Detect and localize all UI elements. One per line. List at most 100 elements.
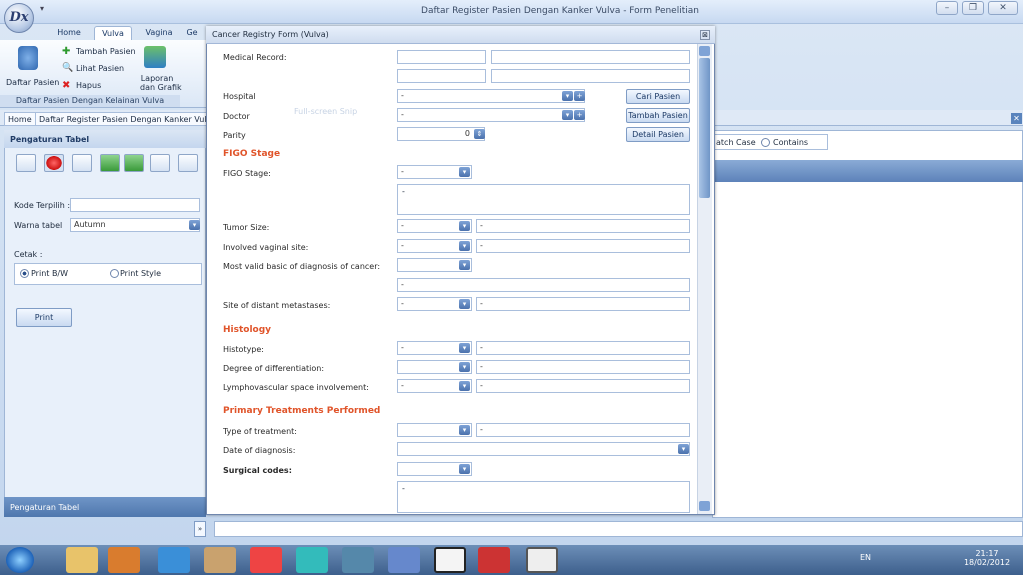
match-case-label[interactable]: atch Case: [716, 138, 756, 147]
minimize-button[interactable]: –: [936, 1, 958, 15]
most-valid-detail[interactable]: -: [397, 278, 690, 292]
kode-input[interactable]: [70, 198, 200, 212]
histotype-dropdown-icon[interactable]: ▾: [459, 343, 470, 353]
window-app-icon[interactable]: [434, 547, 466, 573]
hospital-dropdown-icon[interactable]: ▾: [562, 91, 573, 101]
expand-icon[interactable]: [100, 154, 120, 172]
app-icon[interactable]: [296, 547, 328, 573]
lympho-detail[interactable]: -: [476, 379, 690, 393]
parity-label: Parity: [223, 131, 246, 140]
chart-app-icon[interactable]: [526, 547, 558, 573]
print-button[interactable]: Print: [16, 308, 72, 327]
involved-dropdown-icon[interactable]: ▾: [459, 241, 470, 251]
figo-section-title: FIGO Stage: [223, 149, 281, 159]
grid-header-bar: [712, 160, 1023, 182]
calendar-dropdown-icon[interactable]: ▾: [678, 444, 689, 454]
tab-vagina[interactable]: Vagina: [140, 26, 178, 40]
hospital-value: -: [401, 91, 404, 100]
new-icon[interactable]: [16, 154, 36, 172]
hospital-select[interactable]: -: [397, 89, 585, 103]
window-icon[interactable]: [150, 154, 170, 172]
distant-label: Site of distant metastases:: [223, 301, 331, 310]
degree-detail[interactable]: -: [476, 360, 690, 374]
doc-tab-register[interactable]: Daftar Register Pasien Dengan Kanker Vul…: [35, 112, 221, 126]
surgical-codes-label: Surgical codes:: [223, 466, 292, 475]
start-button[interactable]: [6, 547, 34, 573]
explorer-icon[interactable]: [66, 547, 98, 573]
lihat-pasien-button[interactable]: Lihat Pasien: [76, 64, 124, 73]
doc-tab-home[interactable]: Home: [4, 112, 36, 126]
list-icon[interactable]: [178, 154, 198, 172]
app-orb-button[interactable]: Dx: [4, 3, 34, 33]
histotype-detail[interactable]: -: [476, 341, 690, 355]
close-tab-icon[interactable]: ✕: [1011, 113, 1022, 124]
system-clock[interactable]: 21:17 18/02/2012: [952, 549, 1022, 567]
tab-vulva[interactable]: Vulva: [94, 26, 132, 40]
daftar-pasien-button[interactable]: Daftar Pasien: [6, 78, 59, 87]
hapus-button[interactable]: Hapus: [76, 81, 101, 90]
doctor-add-icon[interactable]: +: [574, 110, 585, 120]
tumor-dropdown-icon[interactable]: ▾: [459, 221, 470, 231]
tambah-pasien-button[interactable]: Tambah Pasien: [76, 47, 136, 56]
involved-detail[interactable]: -: [476, 239, 690, 253]
snipping-icon[interactable]: [204, 547, 236, 573]
doctor-select[interactable]: -: [397, 108, 585, 122]
figo-dropdown-icon[interactable]: ▾: [459, 167, 470, 177]
degree-dropdown-icon[interactable]: ▾: [459, 362, 470, 372]
close-window-button[interactable]: ✕: [988, 1, 1018, 15]
cari-pasien-button[interactable]: Cari Pasien: [626, 89, 690, 104]
restore-button[interactable]: ❐: [962, 1, 984, 15]
medical-record-input-4[interactable]: [491, 69, 690, 83]
warna-select[interactable]: Autumn: [70, 218, 200, 232]
tool-icon[interactable]: [342, 547, 374, 573]
doctor-dropdown-icon[interactable]: ▾: [562, 110, 573, 120]
most-valid-dropdown-icon[interactable]: ▾: [459, 260, 470, 270]
grid-icon[interactable]: [72, 154, 92, 172]
stop-icon[interactable]: [44, 154, 64, 172]
parity-stepper-icon[interactable]: ⇕: [474, 129, 485, 139]
distant-detail[interactable]: -: [476, 297, 690, 311]
quick-access-dropdown-icon[interactable]: ▾: [40, 4, 66, 16]
surgical-notes-textarea[interactable]: -: [397, 481, 690, 513]
access-icon[interactable]: [478, 547, 510, 573]
report-icon: [144, 46, 166, 68]
tumor-detail-value: -: [480, 221, 483, 230]
dialog-close-icon[interactable]: ⊠: [700, 30, 710, 40]
distant-dropdown-icon[interactable]: ▾: [459, 299, 470, 309]
surgical-dropdown-icon[interactable]: ▾: [459, 464, 470, 474]
type-treatment-detail[interactable]: -: [476, 423, 690, 437]
network-icon[interactable]: [388, 547, 420, 573]
medical-record-input-1[interactable]: [397, 50, 486, 64]
surgical-notes-value: -: [402, 484, 405, 493]
type-treatment-dropdown-icon[interactable]: ▾: [459, 425, 470, 435]
date-diagnosis-input[interactable]: [397, 442, 690, 456]
print-style-radio[interactable]: [110, 269, 119, 278]
expand-down-icon[interactable]: »: [194, 521, 206, 537]
tambah-pasien-dialog-button[interactable]: Tambah Pasien: [626, 108, 690, 123]
scroll-thumb[interactable]: [699, 58, 710, 198]
ie-icon[interactable]: [158, 547, 190, 573]
chevron-down-icon[interactable]: ▾: [189, 220, 200, 230]
scroll-down-icon[interactable]: [699, 501, 710, 511]
print-bw-radio[interactable]: [20, 269, 29, 278]
figo-notes-textarea[interactable]: -: [397, 184, 690, 215]
lympho-dropdown-icon[interactable]: ▾: [459, 381, 470, 391]
collapse-icon[interactable]: [124, 154, 144, 172]
chrome-icon[interactable]: [250, 547, 282, 573]
laporan-button[interactable]: Laporan dan Grafik: [140, 74, 182, 92]
contains-radio[interactable]: [761, 138, 770, 147]
tumor-size-detail[interactable]: -: [476, 219, 690, 233]
tab-home[interactable]: Home: [52, 26, 86, 40]
hospital-add-icon[interactable]: +: [574, 91, 585, 101]
medical-record-input-2[interactable]: [491, 50, 690, 64]
parity-input[interactable]: 0: [397, 127, 485, 141]
scroll-up-icon[interactable]: [699, 46, 710, 56]
left-panel-footer[interactable]: Pengaturan Tabel: [4, 497, 206, 517]
language-indicator[interactable]: EN: [860, 553, 871, 562]
media-icon[interactable]: [108, 547, 140, 573]
tab-ge[interactable]: Ge: [180, 26, 204, 40]
magnifier-icon: 🔍: [62, 63, 74, 73]
detail-pasien-button[interactable]: Detail Pasien: [626, 127, 690, 142]
bottom-scrollbar[interactable]: [214, 521, 1023, 537]
medical-record-input-3[interactable]: [397, 69, 486, 83]
